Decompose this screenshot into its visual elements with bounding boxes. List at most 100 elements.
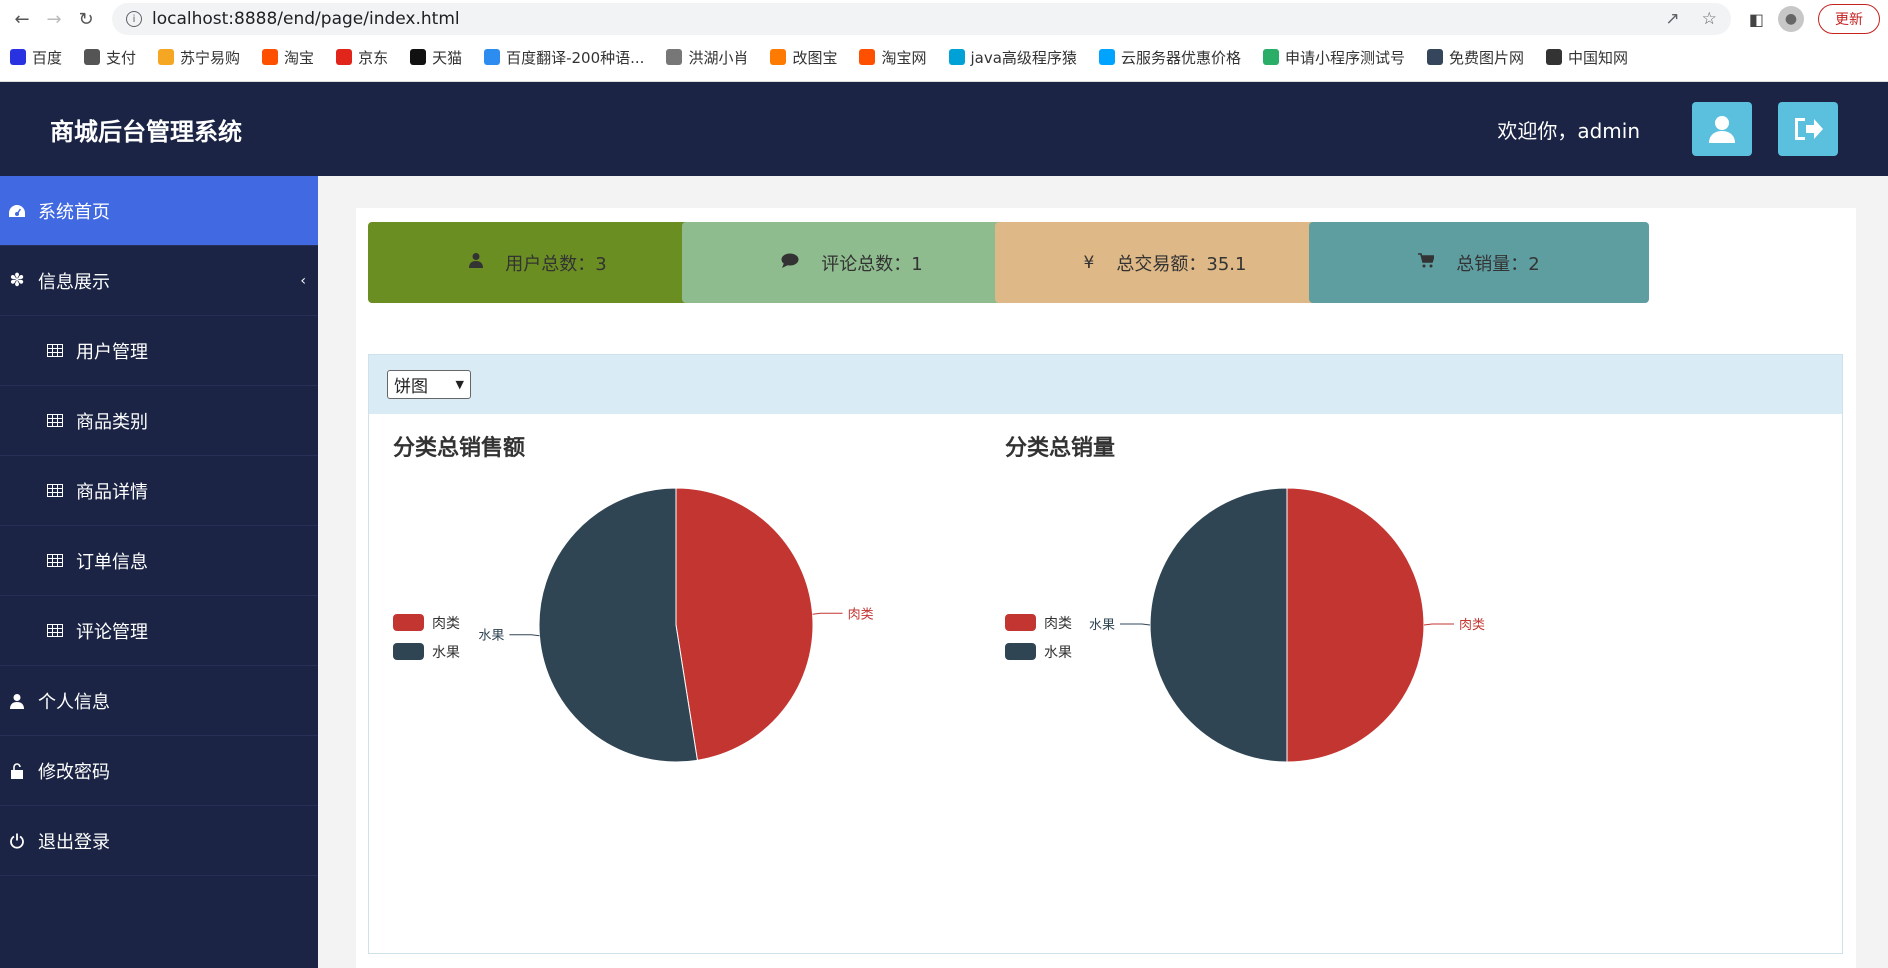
sidebar-item[interactable]: 系统首页 xyxy=(0,176,318,246)
sidebar-item[interactable]: 退出登录 xyxy=(0,806,318,876)
bookmark-item[interactable]: 天猫 xyxy=(410,47,462,68)
stat-label: 总交易额：35.1 xyxy=(1116,253,1247,275)
sidebar-item-label: 评论管理 xyxy=(76,621,148,643)
bookmark-item[interactable]: 洪湖小肖 xyxy=(666,47,748,68)
bookmark-item[interactable]: 淘宝网 xyxy=(859,47,927,68)
dashboard-icon xyxy=(6,204,28,218)
tmall-icon xyxy=(410,49,427,65)
pie-slice-label: 肉类 xyxy=(1459,618,1485,633)
bookmark-label: 洪湖小肖 xyxy=(688,48,749,67)
chevron-down-icon: ▼ xyxy=(455,378,464,391)
bookmark-label: 苏宁易购 xyxy=(180,48,241,67)
brand-title: 商城后台管理系统 xyxy=(50,117,242,146)
site-info-icon[interactable]: i xyxy=(126,11,142,27)
pie-slice[interactable] xyxy=(538,487,699,763)
bookmark-item[interactable]: 云服务器优惠价格 xyxy=(1098,47,1241,68)
bookmark-label: 百度 xyxy=(32,48,63,67)
pie-slice[interactable] xyxy=(675,487,814,761)
sidebar-item-label: 信息展示 xyxy=(38,271,110,293)
pie-slice[interactable] xyxy=(1149,487,1288,763)
bookmark-item[interactable]: 京东 xyxy=(336,47,388,68)
pie-slice[interactable] xyxy=(1286,487,1425,763)
address-bar[interactable]: i localhost:8888/end/page/index.html ↗ ☆ xyxy=(112,3,1731,35)
legend-item[interactable]: 肉类 xyxy=(1005,608,1072,637)
pie-slice-label: 水果 xyxy=(1089,618,1115,633)
bookmark-item[interactable]: 支付 xyxy=(84,47,136,68)
legend-item[interactable]: 水果 xyxy=(1005,637,1072,666)
cnki-icon xyxy=(1545,49,1562,65)
update-button[interactable]: 更新 xyxy=(1818,4,1880,34)
table-icon xyxy=(44,554,66,567)
sidebar-item[interactable]: 订单信息 xyxy=(0,526,318,596)
sidebar-item-label: 退出登录 xyxy=(38,831,110,853)
stat-label: 评论总数：1 xyxy=(821,253,923,275)
user-icon xyxy=(469,252,484,273)
table-icon xyxy=(44,484,66,497)
sidebar-item[interactable]: ✽ 信息展示 ‹ xyxy=(0,246,318,316)
share-icon[interactable]: ↗ xyxy=(1665,9,1679,29)
bookmark-item[interactable]: 中国知网 xyxy=(1545,47,1628,68)
bookmark-label: java高级程序猿 xyxy=(970,48,1077,67)
url-text[interactable]: localhost:8888/end/page/index.html xyxy=(152,9,1643,29)
jd-icon xyxy=(336,49,353,65)
chart-legend: 肉类 水果 xyxy=(393,608,460,666)
legend-item[interactable]: 水果 xyxy=(393,637,460,666)
bookmarks-bar: 百度 支付 苏宁易购 淘宝 京东 天猫 百度翻译-200种语... 洪湖小肖 改图宝 淘宝网 jav… xyxy=(0,38,1888,76)
chart-title: 分类总销售额 xyxy=(393,436,526,461)
sidebar-item[interactable]: 用户管理 xyxy=(0,316,318,386)
bookmark-label: 京东 xyxy=(358,48,389,67)
bookmark-item[interactable]: 苏宁易购 xyxy=(158,47,240,68)
forward-icon[interactable]: → xyxy=(40,5,68,33)
profile-button[interactable] xyxy=(1692,102,1752,156)
sidebar-item[interactable]: 修改密码 xyxy=(0,736,318,806)
sidebar-item[interactable]: 商品类别 xyxy=(0,386,318,456)
pie-label-line xyxy=(1120,623,1151,626)
taobao-icon xyxy=(859,49,876,65)
bookmark-label: 天猫 xyxy=(432,48,463,67)
stat-card: 评论总数：1 xyxy=(682,222,1022,303)
bookmark-item[interactable]: java高级程序猿 xyxy=(948,47,1077,68)
back-icon[interactable]: ← xyxy=(8,5,36,33)
stat-label: 用户总数：3 xyxy=(505,253,607,275)
bookmark-item[interactable]: 改图宝 xyxy=(770,47,837,68)
bookmark-item[interactable]: 百度翻译-200种语... xyxy=(484,47,644,68)
user-icon xyxy=(6,693,28,709)
pie-label-line xyxy=(812,612,843,615)
legend-item[interactable]: 肉类 xyxy=(393,608,460,637)
top-header: 商城后台管理系统 欢迎你，admin xyxy=(0,82,1888,176)
image-tool-icon xyxy=(770,49,787,65)
bookmark-label: 免费图片网 xyxy=(1448,48,1524,67)
stat-card: ¥ 总交易额：35.1 xyxy=(995,222,1335,303)
chart-legend: 肉类 水果 xyxy=(1005,608,1072,666)
bookmark-item[interactable]: 淘宝 xyxy=(262,47,314,68)
legend-swatch xyxy=(393,643,424,660)
logout-button[interactable] xyxy=(1778,102,1838,156)
address-row: ← → ↻ i localhost:8888/end/page/index.ht… xyxy=(0,0,1888,38)
cart-icon xyxy=(1418,252,1436,273)
bookmark-item[interactable]: 百度 xyxy=(10,47,62,68)
side-panel-icon[interactable]: ◧ xyxy=(1749,10,1764,29)
bookmark-label: 淘宝 xyxy=(284,48,315,67)
chart-title: 分类总销量 xyxy=(1005,436,1116,461)
chart-type-select[interactable]: 饼图 ▼ xyxy=(387,370,471,399)
sidebar-item[interactable]: 评论管理 xyxy=(0,596,318,666)
sidebar-item[interactable]: 个人信息 xyxy=(0,666,318,736)
reload-icon[interactable]: ↻ xyxy=(72,5,100,33)
sidebar: 系统首页 ✽ 信息展示 ‹ 用户管理 商品类别 商品详情 订单信息 评论管理 个人信息 修改密码 退出… xyxy=(0,176,318,968)
bookmark-item[interactable]: 申请小程序测试号 xyxy=(1262,47,1405,68)
pie-label-line xyxy=(1423,623,1454,626)
legend-swatch xyxy=(1005,643,1036,660)
sidebar-item-label: 用户管理 xyxy=(76,341,148,363)
sidebar-item-label: 商品类别 xyxy=(76,411,148,433)
wechat-icon xyxy=(1262,49,1279,65)
table-icon xyxy=(44,344,66,357)
browser-chrome: ← → ↻ i localhost:8888/end/page/index.ht… xyxy=(0,0,1888,82)
sidebar-item[interactable]: 商品详情 xyxy=(0,456,318,526)
profile-icon[interactable]: ● xyxy=(1778,6,1804,32)
stat-label: 总销量：2 xyxy=(1456,253,1540,275)
dashboard-panel: 用户总数：3 评论总数：1 ¥ 总交易额：35.1 总销量：2 饼图 ▼ 分类总销售额肉… xyxy=(356,208,1856,968)
tumblr-icon xyxy=(1426,49,1443,65)
bookmark-item[interactable]: 免费图片网 xyxy=(1426,47,1524,68)
star-icon[interactable]: ☆ xyxy=(1702,9,1717,29)
chevron-left-icon[interactable]: ‹ xyxy=(300,273,306,289)
